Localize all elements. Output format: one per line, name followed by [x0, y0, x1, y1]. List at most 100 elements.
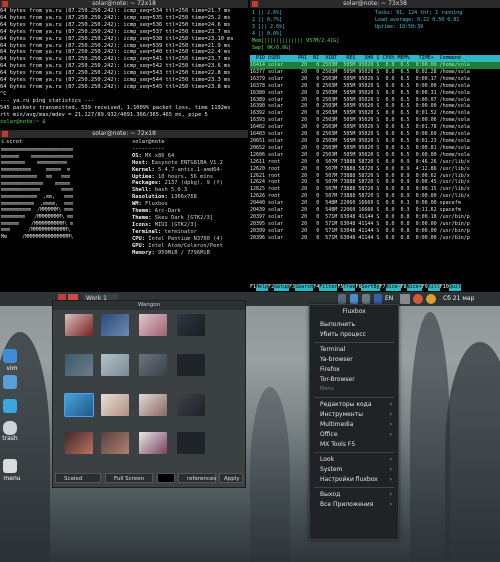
process-row[interactable]: 12620 root 20 0 507M 73888 58720 S 0.0 0…	[250, 166, 500, 173]
process-row[interactable]: 16379 solar 20 0 2503M 505M 95020 S 0.0 …	[250, 76, 500, 83]
menu-item[interactable]: Редакторы кода	[320, 401, 372, 408]
menu-item[interactable]: Инструменты	[320, 411, 363, 418]
process-row[interactable]: 16402 solar 20 0 2503M 505M 95020 S 0.0 …	[250, 124, 500, 131]
process-row[interactable]: 16390 solar 20 0 2503M 505M 95020 S 0.0 …	[250, 103, 500, 110]
wallpaper-thumbnail[interactable]	[177, 314, 205, 336]
process-row[interactable]: 12625 root 20 0 507M 73888 58720 S 0.0 0…	[250, 186, 500, 193]
menu-icon[interactable]	[3, 459, 17, 473]
process-row[interactable]: 16389 solar 20 0 2503M 505M 95020 S 0.0 …	[250, 97, 500, 104]
wallpaper-thumbnail[interactable]	[64, 393, 94, 417]
process-table[interactable]: 16414 solar 20 0 2503M 505M 95020 S 0.0 …	[250, 62, 500, 242]
tray-network-icon[interactable]	[338, 294, 346, 304]
function-key-action[interactable]: Help	[256, 284, 269, 291]
fetch-terminal-titlebar[interactable]: solar@note: ~ 72x18	[0, 130, 248, 138]
function-key-action[interactable]: Nice-	[385, 284, 401, 291]
wallpaper-thumbnail[interactable]	[177, 394, 205, 416]
process-row[interactable]: 12621 root 20 0 507M 73888 58720 S 0.0 0…	[250, 173, 500, 180]
htop-terminal[interactable]: 1 [| 2.6%] 2 [| 0.7%] 3 [|| 2.6%] 4 [| 0…	[250, 8, 500, 292]
htop-terminal-titlebar[interactable]: solar@note: ~ 73x38	[250, 0, 500, 8]
menu-item[interactable]: Настройки fluxbox	[320, 476, 378, 483]
process-row[interactable]: 16393 solar 20 0 2503M 505M 95020 S 0.0 …	[250, 117, 500, 124]
color-picker[interactable]	[157, 473, 175, 483]
tray-sync-icon[interactable]	[413, 294, 423, 304]
process-row[interactable]: 16378 solar 20 0 2503M 505M 95020 S 0.0 …	[250, 83, 500, 90]
thumbnail-grid[interactable]	[53, 310, 245, 470]
function-key-action[interactable]: SortBy	[361, 284, 380, 291]
menu-item[interactable]: Multimedia	[320, 421, 353, 428]
process-row[interactable]: 12611 root 20 0 507M 73888 58720 S 0.0 0…	[250, 159, 500, 166]
menu-item[interactable]: Menu	[320, 386, 334, 392]
wallpaper-thumbnail[interactable]	[139, 432, 167, 454]
menu-item[interactable]: System	[320, 466, 342, 473]
wallpaper-thumbnail[interactable]	[65, 314, 93, 336]
tray-bluetooth-icon[interactable]	[362, 294, 370, 304]
process-row[interactable]: 12624 root 20 0 507M 73888 58720 S 0.0 0…	[250, 179, 500, 186]
menu-item[interactable]: Ya-browser	[320, 356, 353, 363]
close-icon[interactable]	[2, 1, 8, 7]
function-key-action[interactable]: Kill	[427, 284, 440, 291]
process-row[interactable]: 20395 solar 20 0 571M 63048 41144 S 0.0 …	[250, 221, 500, 228]
function-key-action[interactable]: Setup	[274, 284, 290, 291]
tray-battery-icon[interactable]	[400, 294, 410, 304]
wallpaper-thumbnail[interactable]	[139, 394, 167, 416]
process-row[interactable]: 16380 solar 20 0 2503M 505M 95020 S 0.0 …	[250, 90, 500, 97]
tab-icon[interactable]	[3, 375, 17, 389]
wallpaper-thumbnail[interactable]	[177, 432, 205, 454]
function-key-action[interactable]: Quit	[448, 284, 461, 291]
preferences-button[interactable]: references	[178, 473, 216, 483]
mail-icon[interactable]	[3, 399, 17, 413]
close-icon[interactable]	[252, 1, 258, 7]
menu-item[interactable]: Выход	[320, 491, 340, 498]
function-key-bar[interactable]: F1HelpF2SetupF3SearchF4FilterF5TreeF6Sor…	[250, 284, 500, 291]
wallpaper-thumbnail[interactable]	[101, 314, 129, 336]
function-key-action[interactable]: Tree	[343, 284, 356, 291]
wallpaper-thumbnail[interactable]	[101, 354, 129, 376]
language-indicator[interactable]: EN	[385, 294, 399, 304]
wallpaper-thumbnail[interactable]	[65, 354, 93, 376]
menu-item[interactable]: Firefox	[320, 366, 340, 373]
wallpaper-picker-window[interactable]: Wangon Scaled Full Screen references App…	[52, 300, 246, 488]
menu-item[interactable]: Terminal	[320, 346, 345, 353]
process-row[interactable]: 12606 solar 20 0 2503M 505M 95020 S 0.0 …	[250, 152, 500, 159]
function-key-action[interactable]: Filter	[319, 284, 338, 291]
wallpaper-thumbnail[interactable]	[101, 394, 129, 416]
wallpaper-thumbnail[interactable]	[139, 314, 167, 336]
fluxbox-root-menu[interactable]: Fluxbox Выполнить Убить процесс Terminal Ya…	[309, 304, 399, 540]
vim-icon[interactable]	[3, 349, 17, 363]
process-row[interactable]: 20397 solar 20 0 571M 63048 41144 S 0.0 …	[250, 214, 500, 221]
process-row[interactable]: 16377 solar 20 0 2503M 505M 95020 S 0.0 …	[250, 69, 500, 76]
process-row[interactable]: 16414 solar 20 0 2503M 505M 95020 S 0.0 …	[250, 62, 500, 69]
process-table-header[interactable]: PID USER PRI NI VIRT RES SHR S CPU% MEM%…	[250, 55, 500, 62]
menu-item[interactable]: Убить процесс	[320, 331, 366, 338]
process-row[interactable]: 20396 solar 20 0 571M 63048 41144 S 0.0 …	[250, 235, 500, 242]
tray-update-icon[interactable]	[426, 294, 436, 304]
menu-item[interactable]: Tor-Browser	[320, 376, 355, 383]
menu-item[interactable]: Office	[320, 431, 338, 438]
wallpaper-thumbnail[interactable]	[65, 432, 93, 454]
process-row[interactable]: 20439 solar 20 0 548M 22060 16660 S 0.0 …	[250, 207, 500, 214]
clock[interactable]: Сб 21 мар	[443, 294, 495, 304]
process-row[interactable]: 16392 solar 20 0 2503M 505M 95020 S 0.0 …	[250, 110, 500, 117]
scale-select[interactable]: Scaled	[55, 473, 101, 483]
trash-icon[interactable]	[3, 421, 17, 435]
ping-terminal-titlebar[interactable]: solar@note: ~ 72x18	[0, 0, 248, 8]
tray-flag-icon[interactable]	[374, 294, 382, 304]
fullscreen-select[interactable]: Full Screen	[105, 473, 153, 483]
wallpaper-thumbnail[interactable]	[101, 432, 129, 454]
apply-button[interactable]: Apply	[219, 473, 243, 483]
process-row[interactable]: 20399 solar 20 0 571M 63048 41144 S 0.0 …	[250, 228, 500, 235]
menu-item[interactable]: Выполнить	[320, 321, 355, 328]
close-icon[interactable]	[2, 131, 8, 137]
wallpaper-thumbnail[interactable]	[139, 354, 167, 376]
process-row[interactable]: 12626 root 20 0 507M 73888 58720 S 0.0 0…	[250, 193, 500, 200]
process-row[interactable]: 16403 solar 20 0 2503M 505M 95020 S 0.0 …	[250, 131, 500, 138]
wallpaper-thumbnail[interactable]	[177, 354, 205, 376]
process-row[interactable]: 20651 solar 20 0 2503M 505M 95020 S 0.0 …	[250, 138, 500, 145]
process-row[interactable]: 20652 solar 20 0 2503M 505M 95020 S 0.0 …	[250, 145, 500, 152]
menu-item[interactable]: Все Приложения	[320, 501, 373, 508]
ping-terminal[interactable]: 64 bytes from ya.ru (87.250.250.242): ic…	[0, 8, 248, 130]
desktop[interactable]: Work 1 EN Сб 21 мар vim trash menu Wango…	[0, 292, 500, 562]
function-key-action[interactable]: Nice+	[406, 284, 422, 291]
process-row[interactable]: 20440 solar 20 0 548M 22060 16660 S 0.0 …	[250, 200, 500, 207]
fetch-terminal[interactable]: $ scrot mmmmmmmmmmmmmmmmmmmmmmmm mmmmmm m…	[0, 138, 248, 256]
